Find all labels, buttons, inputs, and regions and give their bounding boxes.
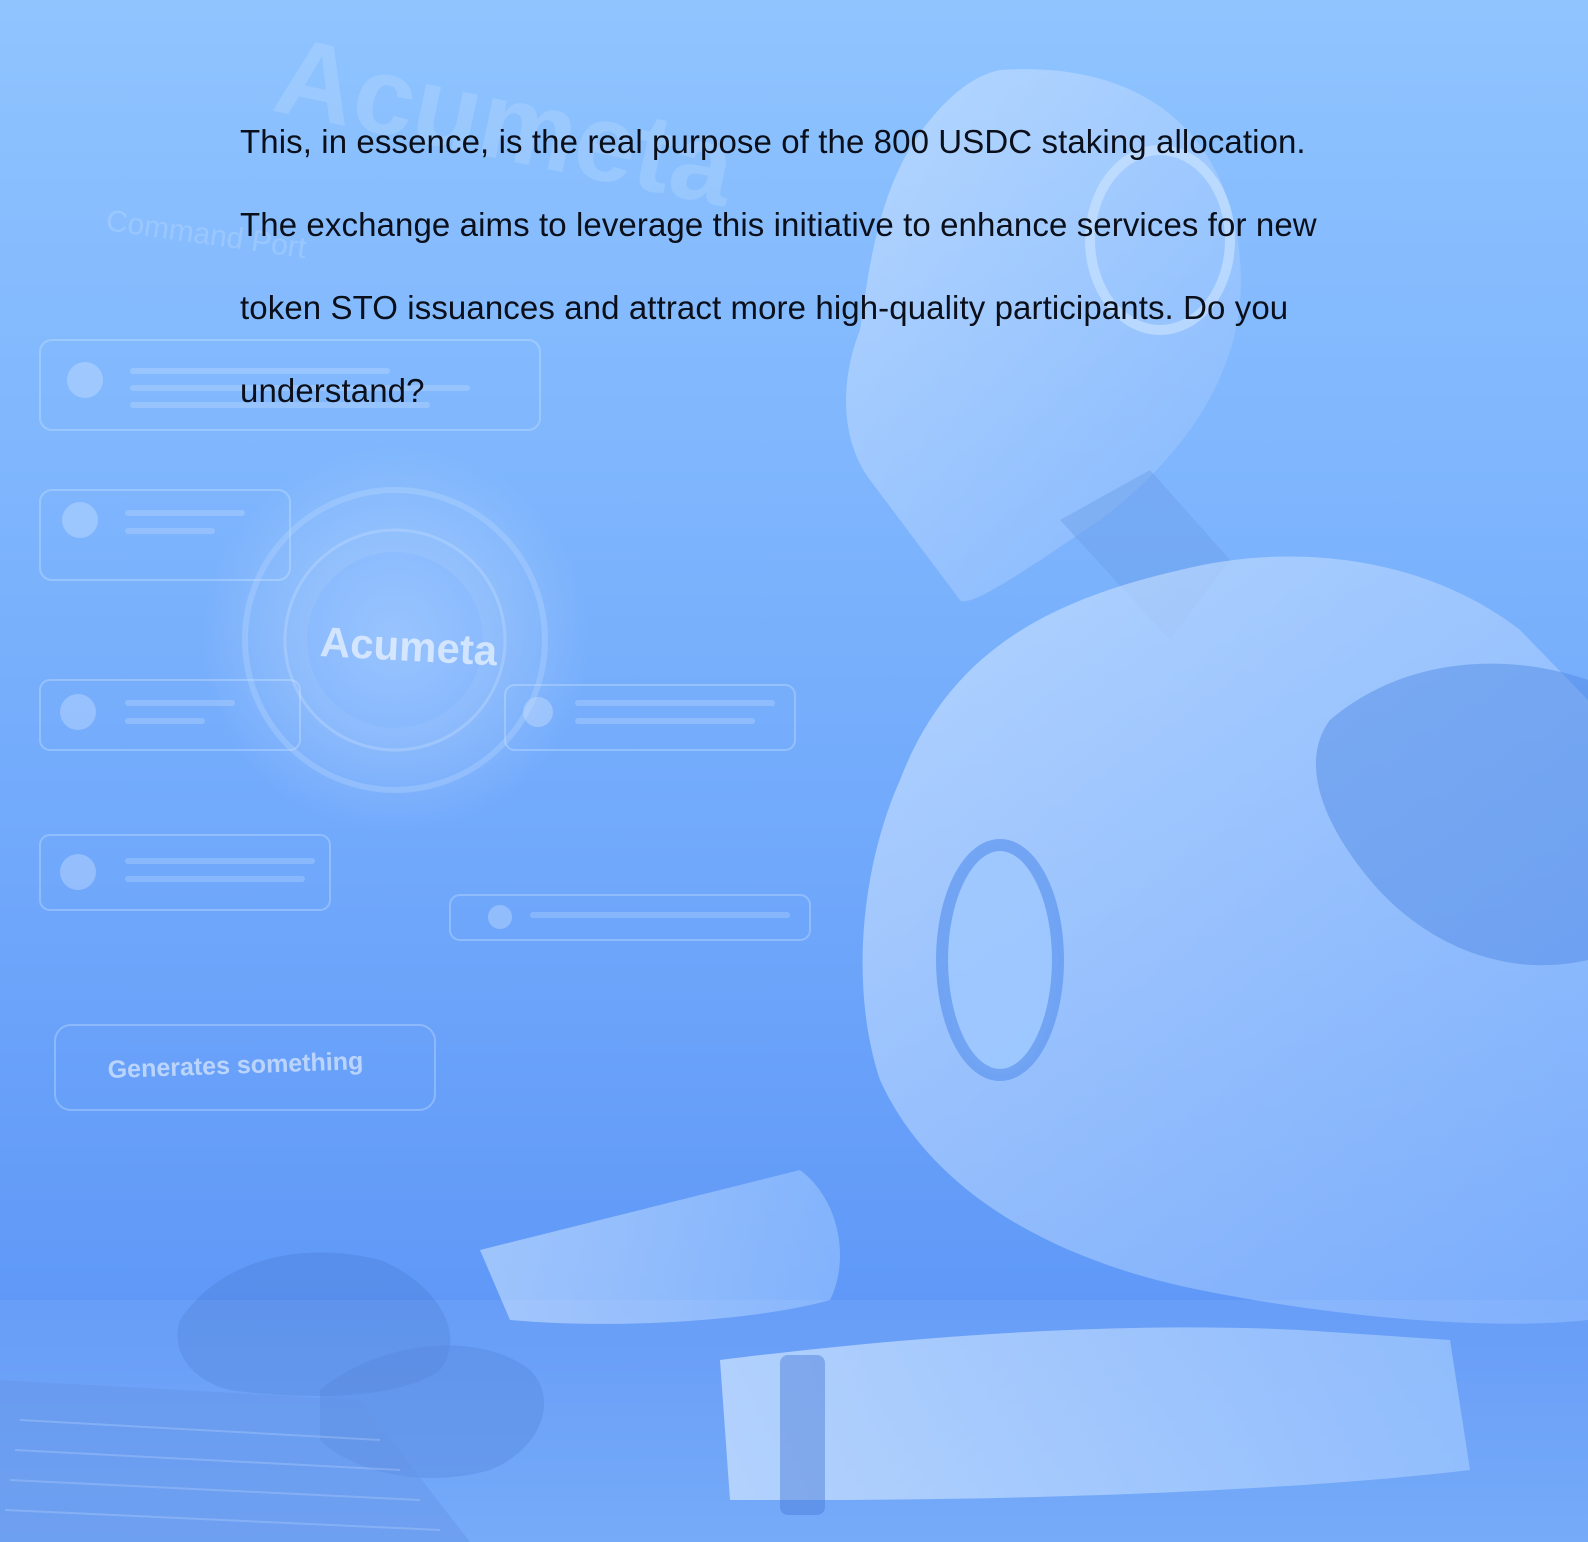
- body-paragraph: This, in essence, is the real purpose of…: [240, 123, 1317, 409]
- acumeta-logo-text: Acumeta: [319, 618, 499, 674]
- hologram-input-text: Generates something: [107, 1047, 363, 1084]
- document-page: Acumeta Command Port Acumeta Generates s…: [0, 0, 1588, 1542]
